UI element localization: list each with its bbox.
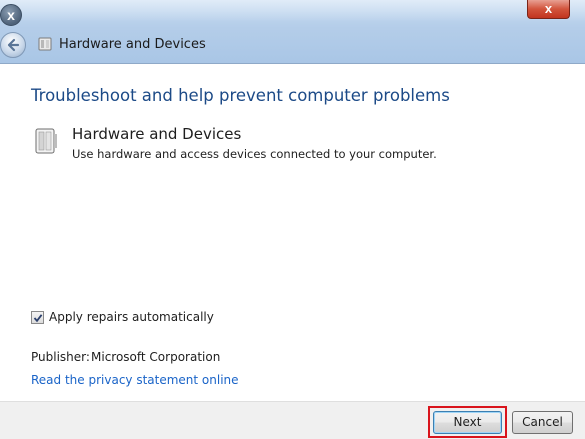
page-heading: Troubleshoot and help prevent computer p… [31, 86, 450, 105]
window-close-button[interactable]: x [527, 0, 570, 19]
publisher-value: Microsoft Corporation [91, 350, 221, 364]
cancel-button[interactable]: Cancel [512, 411, 573, 434]
apply-repairs-checkbox[interactable] [31, 311, 44, 324]
back-button[interactable] [0, 32, 26, 58]
hardware-device-icon [35, 128, 57, 154]
window-title: Hardware and Devices [59, 37, 206, 52]
next-button[interactable]: Next [433, 411, 502, 434]
publisher-label: Publisher: [31, 350, 90, 364]
back-arrow-icon [7, 38, 20, 52]
apply-repairs-label[interactable]: Apply repairs automatically [49, 310, 214, 324]
privacy-statement-link[interactable]: Read the privacy statement online [31, 373, 239, 387]
troubleshooter-title: Hardware and Devices [72, 125, 242, 143]
close-icon[interactable]: x [0, 4, 22, 26]
checkmark-icon [33, 314, 43, 323]
troubleshooter-icon [38, 37, 52, 51]
title-bar [0, 0, 585, 64]
troubleshooter-description: Use hardware and access devices connecte… [72, 147, 437, 161]
